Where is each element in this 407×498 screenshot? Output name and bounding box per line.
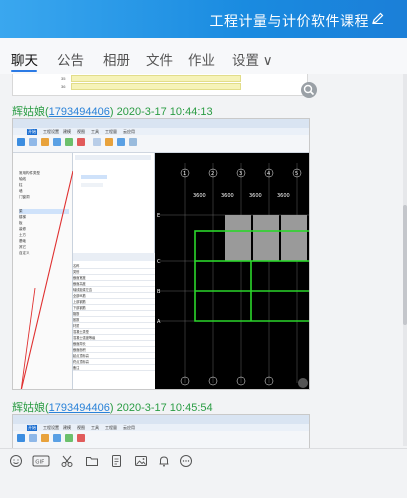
group-title: 工程计量与计价软件课程 bbox=[209, 13, 369, 29]
bell-icon[interactable] bbox=[157, 454, 171, 468]
app-titlebar bbox=[13, 119, 309, 128]
svg-text:E: E bbox=[157, 213, 160, 219]
app-left-panel: 常用构件类型 轴线 柱 墙 门窗洞 梁 楼梯 板 装修 土方 基础 其它 自定义 bbox=[13, 153, 74, 389]
svg-text:3600: 3600 bbox=[277, 193, 290, 199]
tab-homework[interactable]: 作业 bbox=[188, 49, 215, 69]
tab-album[interactable]: 相册 bbox=[103, 49, 130, 69]
frag-row-num: 35 bbox=[61, 76, 66, 81]
app-properties-panel: 名称 类别 截面宽度 截面高度 轴线距梁左边 全部纵筋 上部钢筋 下部钢筋 箍筋… bbox=[73, 253, 155, 389]
annotation-arrow bbox=[20, 170, 74, 389]
emoji-icon[interactable] bbox=[9, 454, 23, 468]
folder-icon[interactable] bbox=[85, 454, 99, 468]
message-header: 辉姑娘(1793494406) 2020-3-17 10:45:54 bbox=[12, 402, 213, 414]
more-icon[interactable] bbox=[179, 454, 193, 468]
svg-text:5: 5 bbox=[295, 171, 298, 177]
frag-row bbox=[71, 75, 241, 82]
svg-text:3600: 3600 bbox=[193, 193, 206, 199]
sender-qq[interactable]: 1793494406 bbox=[49, 402, 110, 414]
svg-text:1: 1 bbox=[183, 171, 186, 177]
sender-name[interactable]: 辉姑娘 bbox=[12, 106, 45, 118]
tab-bar: 聊天 公告 相册 文件 作业 设置 ∨ bbox=[0, 38, 407, 74]
message-header: 辉姑娘(1793494406) 2020-3-17 10:44:13 bbox=[12, 106, 213, 118]
zoom-icon[interactable] bbox=[301, 82, 317, 98]
tab-chat[interactable]: 聊天 bbox=[11, 49, 38, 69]
active-tab-indicator bbox=[11, 70, 37, 72]
chat-area: 35 36 辉姑娘(1793494406) 2020-3-17 10:44:13… bbox=[0, 74, 403, 448]
tab-files[interactable]: 文件 bbox=[146, 49, 173, 69]
chat-scrollbar-thumb[interactable] bbox=[403, 205, 407, 325]
svg-text:3: 3 bbox=[239, 171, 242, 177]
message-time: 2020-3-17 10:45:54 bbox=[116, 402, 213, 414]
sender-name[interactable]: 辉姑娘 bbox=[12, 402, 45, 414]
app-ribbon bbox=[13, 431, 309, 448]
previous-image-fragment[interactable]: 35 36 bbox=[12, 74, 317, 98]
app-drawing-canvas: 1 2 3 4 5 3600 3600 3600 3600 E C B A bbox=[155, 153, 309, 389]
title-bar: 工程计量与计价软件课程 bbox=[0, 0, 407, 38]
frag-row bbox=[71, 83, 241, 90]
sender-qq[interactable]: 1793494406 bbox=[49, 106, 110, 118]
app-menubar: 开始 工程设置 建模 视图 工具 工程量 云应用 bbox=[13, 424, 309, 431]
edit-pencil-icon[interactable] bbox=[371, 11, 385, 25]
scissors-icon[interactable] bbox=[60, 454, 74, 468]
svg-text:C: C bbox=[157, 259, 161, 265]
app-titlebar bbox=[13, 415, 309, 424]
message-image[interactable]: 开始 工程设置 建模 视图 工具 工程量 云应用 bbox=[12, 414, 310, 448]
frag-row-num: 36 bbox=[61, 84, 66, 89]
svg-text:2: 2 bbox=[211, 171, 214, 177]
svg-text:A: A bbox=[157, 319, 161, 325]
svg-text:GIF: GIF bbox=[35, 460, 44, 466]
svg-text:B: B bbox=[157, 289, 161, 295]
doc-icon[interactable] bbox=[110, 454, 124, 468]
gif-icon[interactable]: GIF bbox=[32, 454, 50, 468]
svg-text:3600: 3600 bbox=[221, 193, 234, 199]
message-image[interactable]: 开始 工程设置 建模 视图 工具 工程量 云应用 常用构件类型 轴线 柱 墙 门… bbox=[12, 118, 310, 390]
svg-text:4: 4 bbox=[267, 171, 270, 177]
message-time: 2020-3-17 10:44:13 bbox=[116, 106, 213, 118]
tab-settings[interactable]: 设置 ∨ bbox=[232, 49, 273, 69]
app-ribbon bbox=[13, 135, 309, 153]
structural-grid: 1 2 3 4 5 3600 3600 3600 3600 E C B A bbox=[157, 163, 309, 388]
image-icon[interactable] bbox=[134, 454, 148, 468]
svg-text:3600: 3600 bbox=[249, 193, 262, 199]
app-menubar: 开始 工程设置 建模 视图 工具 工程量 云应用 bbox=[13, 128, 309, 135]
tab-announcement[interactable]: 公告 bbox=[57, 49, 84, 69]
